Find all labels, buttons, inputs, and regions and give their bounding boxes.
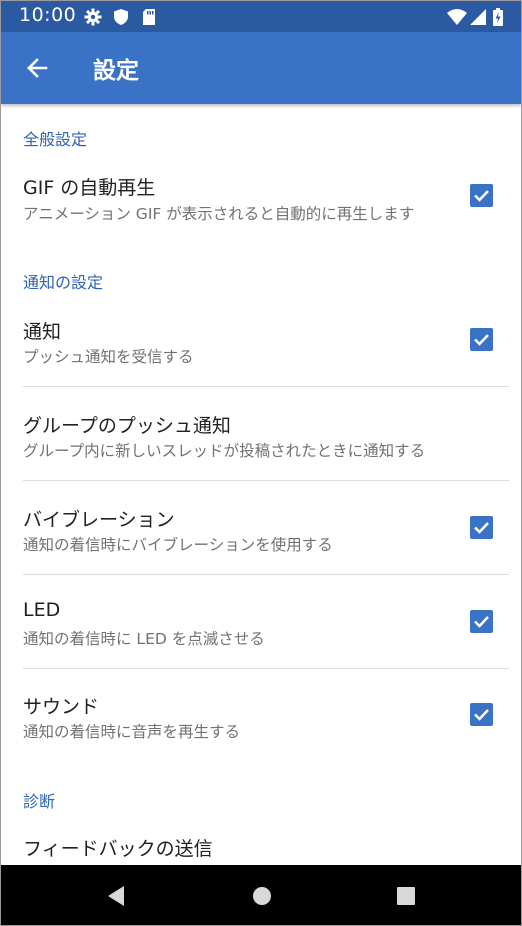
section-header-diagnostics: 診断 xyxy=(23,792,56,811)
section-header-notifications: 通知の設定 xyxy=(23,273,104,292)
pref-led[interactable]: LED 通知の着信時に LED を点滅させる xyxy=(1,575,521,668)
checkmark-icon xyxy=(474,334,489,346)
home-circle-icon[interactable] xyxy=(251,885,273,911)
pref-title: GIF の自動再生 xyxy=(23,177,156,199)
pref-summary: プッシュ通知を受信する xyxy=(23,348,194,366)
sound-checkbox[interactable] xyxy=(470,703,493,726)
checkmark-icon xyxy=(474,709,489,721)
pref-title: LED xyxy=(23,599,61,621)
gear-icon xyxy=(84,8,102,26)
settings-list[interactable]: 全般設定 GIF の自動再生 アニメーション GIF が表示されると自動的に再生… xyxy=(1,104,521,865)
checkmark-icon xyxy=(474,522,489,534)
navigation-bar xyxy=(1,865,521,925)
pref-title: フィードバックの送信 xyxy=(23,838,213,860)
recents-square-icon[interactable] xyxy=(395,885,417,911)
pref-summary: 通知の着信時に LED を点滅させる xyxy=(23,630,265,648)
vibration-checkbox[interactable] xyxy=(470,516,493,539)
screen-frame: 10:00 設定 全般設定 GIF の自動再生 アニメーション GIF が表示さ… xyxy=(0,0,522,926)
pref-summary: グループ内に新しいスレッドが投稿されたときに通知する xyxy=(23,442,426,460)
pref-notifications[interactable]: 通知 プッシュ通知を受信する xyxy=(1,304,521,386)
battery-charging-icon xyxy=(492,8,504,26)
pref-title: バイブレーション xyxy=(23,509,175,531)
pref-gif-autoplay[interactable]: GIF の自動再生 アニメーション GIF が表示されると自動的に再生します xyxy=(1,159,521,231)
back-button[interactable] xyxy=(15,46,59,90)
pref-send-feedback[interactable]: フィードバックの送信 xyxy=(1,819,521,865)
shield-icon xyxy=(112,8,130,26)
pref-group-push[interactable]: グループのプッシュ通知 グループ内に新しいスレッドが投稿されたときに通知する xyxy=(1,387,521,480)
checkmark-icon xyxy=(474,190,489,202)
signal-icon xyxy=(469,8,487,26)
pref-title: サウンド xyxy=(23,696,100,718)
sd-card-icon xyxy=(140,8,158,26)
pref-sound[interactable]: サウンド 通知の着信時に音声を再生する xyxy=(1,669,521,761)
pref-title: グループのプッシュ通知 xyxy=(23,415,231,437)
pref-summary: 通知の着信時にバイブレーションを使用する xyxy=(23,536,333,554)
checkmark-icon xyxy=(474,616,489,628)
pref-vibration[interactable]: バイブレーション 通知の着信時にバイブレーションを使用する xyxy=(1,481,521,574)
page-title: 設定 xyxy=(93,58,139,84)
gif-autoplay-checkbox[interactable] xyxy=(470,184,493,207)
notifications-checkbox[interactable] xyxy=(470,328,493,351)
pref-title: 通知 xyxy=(23,321,62,343)
status-time: 10:00 xyxy=(19,4,77,26)
section-header-general: 全般設定 xyxy=(23,130,88,149)
status-bar: 10:00 xyxy=(1,1,521,32)
wifi-icon xyxy=(447,8,467,26)
led-checkbox[interactable] xyxy=(470,610,493,633)
pref-summary: アニメーション GIF が表示されると自動的に再生します xyxy=(23,205,415,223)
arrow-back-icon xyxy=(27,58,48,78)
back-triangle-icon[interactable] xyxy=(106,885,126,911)
app-bar: 設定 xyxy=(1,32,521,104)
pref-summary: 通知の着信時に音声を再生する xyxy=(23,723,241,741)
